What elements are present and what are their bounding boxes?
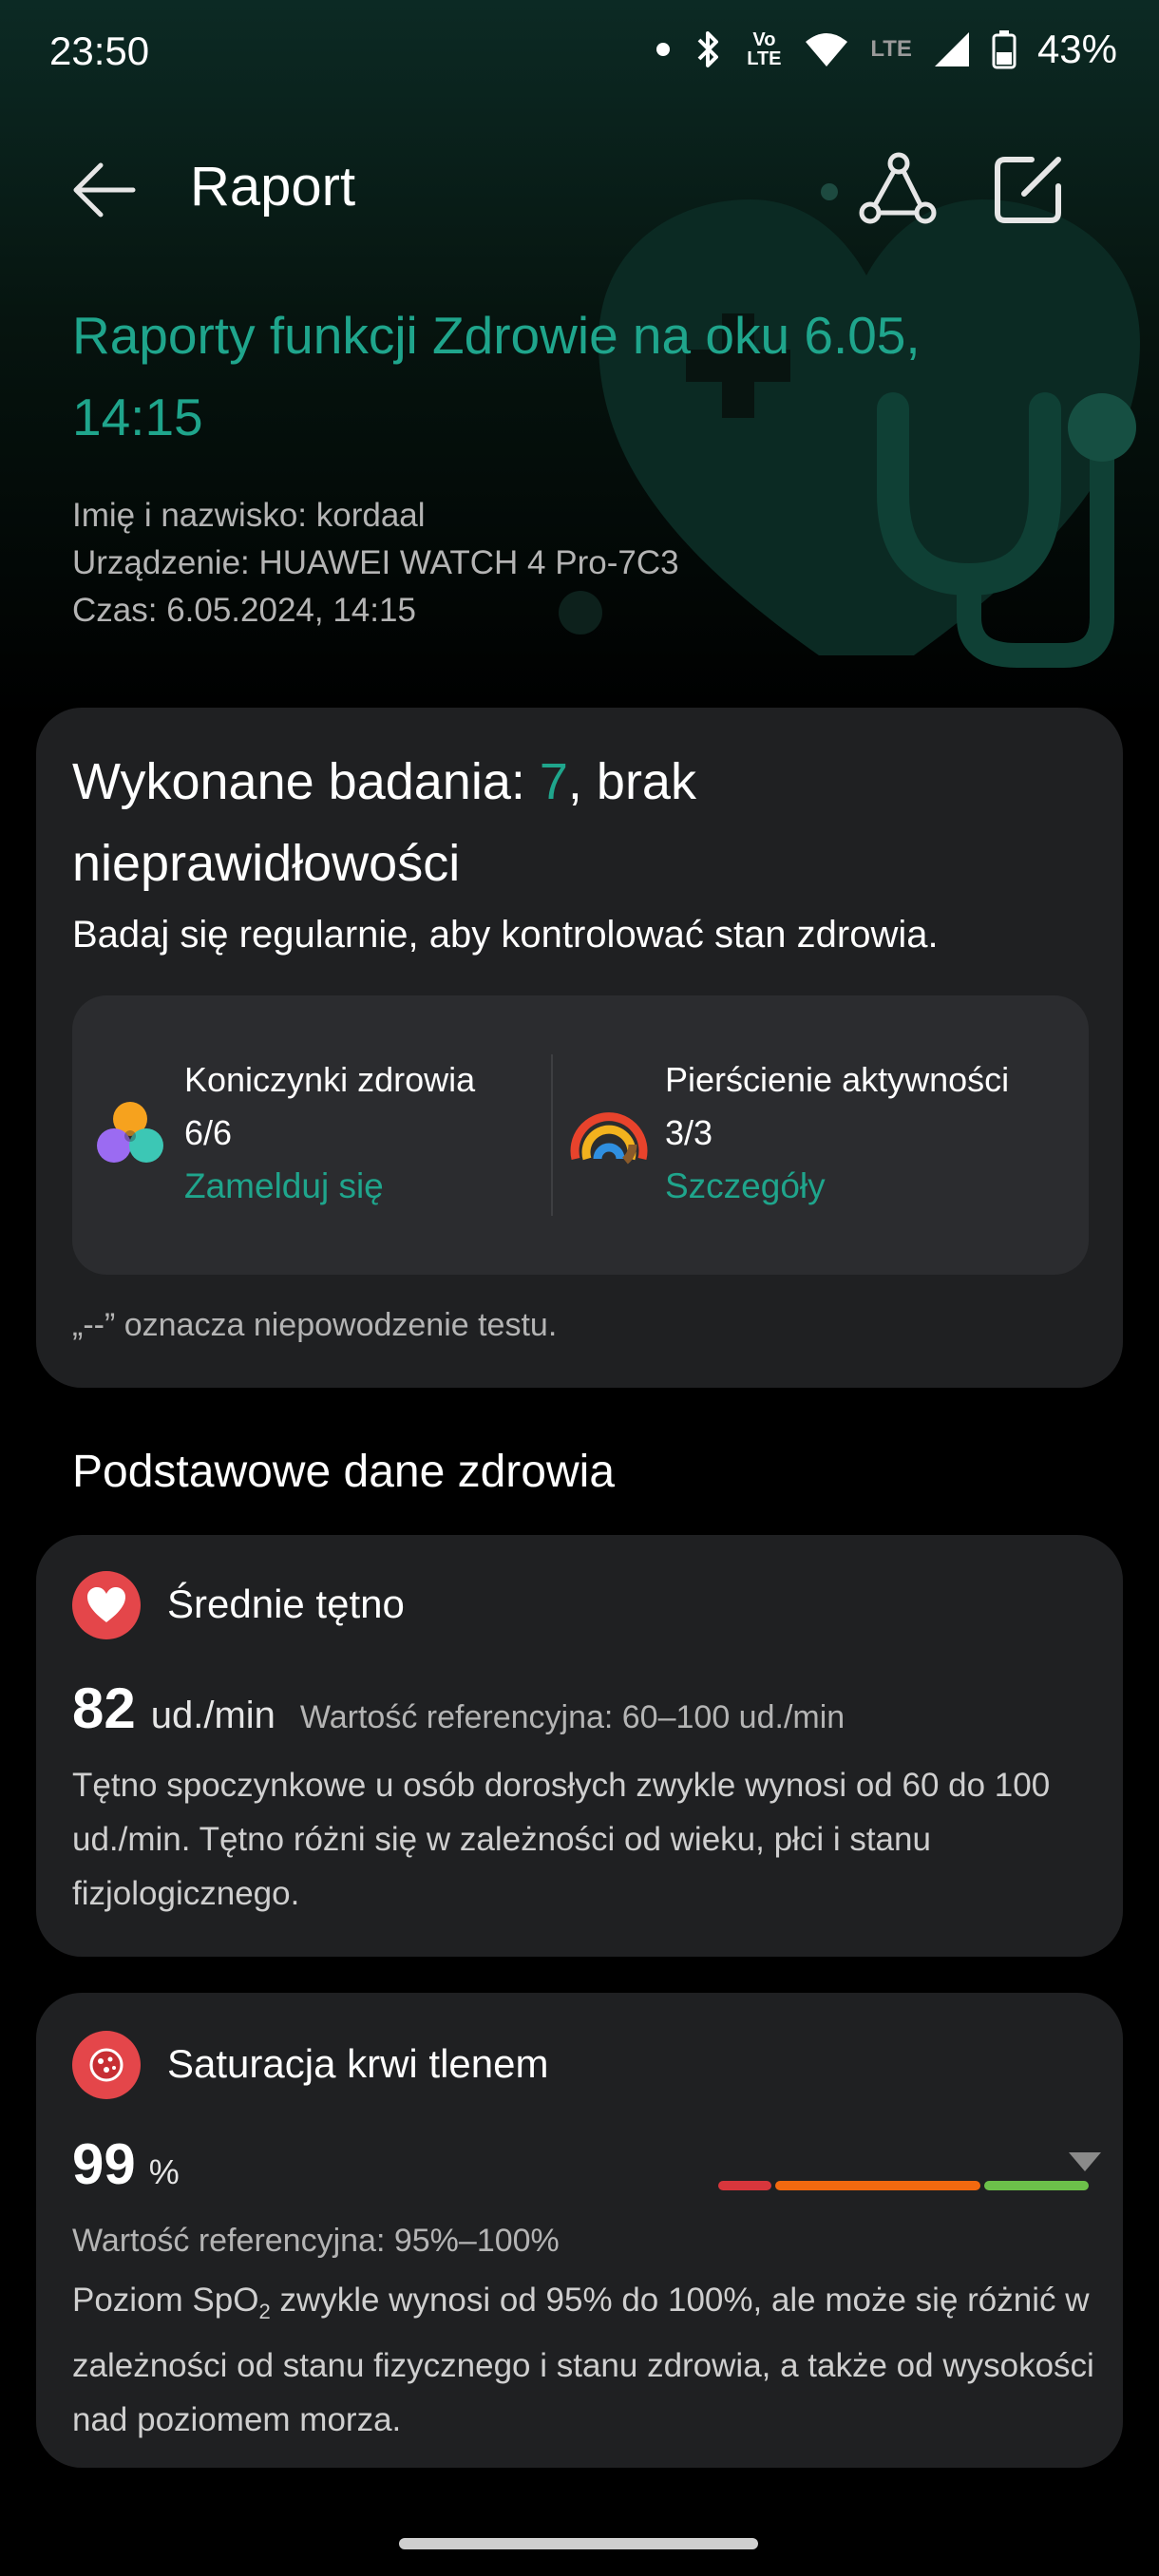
heart-rate-value-row: 82 ud./min Wartość referencyjna: 60–100 … [72, 1676, 845, 1741]
heart-rate-reference: Wartość referencyjna: 60–100 ud./min [299, 1699, 846, 1735]
tile-rings-value: 3/3 [665, 1113, 713, 1152]
report-meta: Imię i nazwisko: kordaal Urządzenie: HUA… [72, 492, 679, 635]
scale-low-segment [718, 2181, 771, 2190]
report-time: Czas: 6.05.2024, 14:15 [72, 592, 416, 629]
page-title: Raport [190, 156, 356, 218]
notification-dot-icon [656, 43, 671, 56]
spo2-value: 99 [72, 2132, 136, 2196]
checkin-link[interactable]: Zamelduj się [184, 1166, 475, 1206]
battery-percent: 43% [1036, 27, 1117, 71]
tile-clovers-label: Koniczynki zdrowia [184, 1060, 476, 1099]
health-clover-icon [87, 1092, 173, 1178]
tile-divider [551, 1054, 553, 1216]
heart-rate-description: Tętno spoczynkowe u osób dorosłych zwykl… [72, 1767, 1051, 1912]
heart-icon [72, 1571, 141, 1639]
section-title: Podstawowe dane zdrowia [72, 1447, 616, 1497]
heart-rate-title: Średnie tętno [167, 1582, 405, 1626]
edit-icon [995, 157, 1061, 223]
report-device: Urządzenie: HUAWEI WATCH 4 Pro-7C3 [72, 544, 679, 581]
activity-rings-icon [566, 1092, 652, 1178]
lte-label: LTE [870, 36, 912, 62]
spo2-reference: Wartość referencyjna: 95%–100% [72, 2223, 560, 2259]
status-icons: Vo LTE LTE 43% [656, 27, 1117, 72]
heart-rate-value: 82 [72, 1676, 136, 1740]
spo2-description: Poziom SpO2 zwykle wynosi od 95% do 100%… [72, 2273, 1098, 2447]
scale-mid-segment [775, 2181, 980, 2190]
details-link[interactable]: Szczegóły [665, 1166, 1009, 1206]
edit-button[interactable] [988, 150, 1068, 230]
home-indicator[interactable] [399, 2538, 758, 2549]
scale-high-segment [984, 2181, 1089, 2190]
summary-subtitle: Badaj się regularnie, aby kontrolować st… [72, 914, 939, 956]
tile-clovers-value: 6/6 [184, 1113, 233, 1152]
tile-clovers[interactable]: Koniczynki zdrowia 6/6 Zamelduj się [184, 1060, 475, 1206]
decor-small-dot [821, 183, 838, 200]
wifi-icon [806, 33, 848, 66]
heart-rate-unit: ud./min [150, 1695, 276, 1736]
report-title: Raporty funkcji Zdrowie na oku 6.05, 14:… [72, 306, 921, 446]
arrow-left-icon [73, 162, 136, 218]
share-icon [859, 152, 937, 224]
status-time: 23:50 [49, 28, 150, 73]
blood-oxygen-icon [72, 2031, 141, 2099]
summary-heading: Wykonane badania: 7, brak nieprawidłowoś… [72, 741, 1022, 904]
signal-icon [934, 32, 969, 66]
tile-rings-label: Pierścienie aktywności [665, 1060, 1010, 1099]
summary-count: 7 [539, 753, 568, 810]
failure-note: „--” oznacza niepowodzenie testu. [72, 1307, 558, 1343]
report-name: Imię i nazwisko: kordaal [72, 497, 426, 534]
battery-icon [992, 30, 1016, 69]
summary-prefix: Wykonane badania: [72, 753, 540, 810]
spo2-indicator-marker [1069, 2152, 1102, 2171]
bluetooth-icon [697, 31, 719, 67]
spo2-desc-part-a: Poziom SpO [72, 2282, 259, 2319]
share-button[interactable] [853, 152, 939, 228]
back-button[interactable] [66, 152, 142, 228]
spo2-title: Saturacja krwi tlenem [167, 2041, 549, 2086]
spo2-unit: % [148, 2152, 180, 2191]
spo2-desc-subscript: 2 [258, 2300, 271, 2323]
spo2-value-row: 99 % [72, 2131, 180, 2197]
tile-rings[interactable]: Pierścienie aktywności 3/3 Szczegóły [665, 1060, 1009, 1206]
volte-label: Vo LTE [747, 29, 782, 69]
